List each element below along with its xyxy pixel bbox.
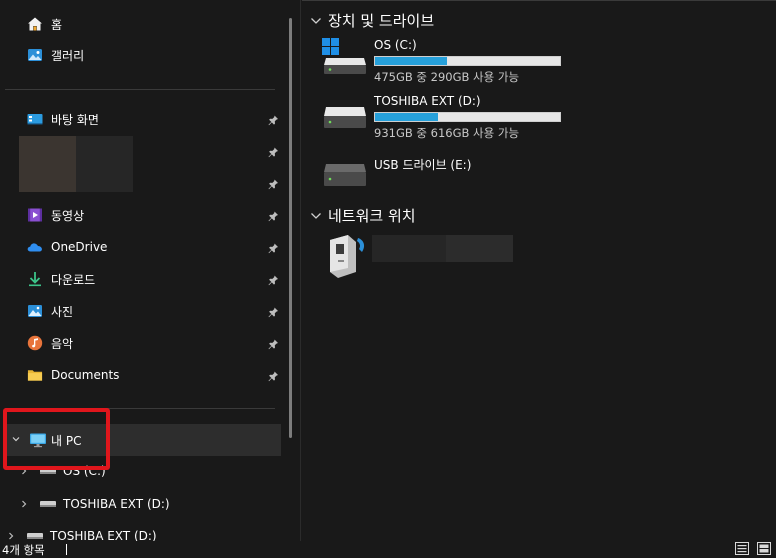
- pin-icon[interactable]: [267, 274, 279, 286]
- home-icon: [27, 16, 43, 32]
- nav-item-music[interactable]: 음악: [27, 329, 287, 357]
- blurred-thumbnail: [76, 136, 133, 192]
- tree-item-label: TOSHIBA EXT (D:): [63, 497, 170, 511]
- usb-drive-icon: [324, 164, 366, 186]
- drive-name: OS (C:): [374, 38, 417, 52]
- drive-icon: [40, 501, 56, 507]
- nav-item-documents[interactable]: Documents: [27, 361, 287, 389]
- nav-item-home[interactable]: 홈: [27, 10, 287, 38]
- nav-item-label: 바탕 화면: [51, 112, 99, 127]
- group-header-label: 장치 및 드라이브: [328, 12, 435, 30]
- pin-icon[interactable]: [267, 338, 279, 350]
- drive-tile-d[interactable]: TOSHIBA EXT (D:) 931GB 중 616GB 사용 가능: [322, 94, 582, 144]
- drive-tile-e[interactable]: USB 드라이브 (E:): [322, 156, 582, 206]
- nav-item-onedrive[interactable]: OneDrive: [27, 233, 287, 261]
- nav-item-gallery[interactable]: 갤러리: [27, 41, 287, 69]
- pin-icon[interactable]: [267, 210, 279, 222]
- drive-usage-fill: [375, 113, 438, 121]
- pictures-icon: [27, 303, 43, 319]
- drive-icon: [27, 533, 43, 539]
- tiles-view-icon[interactable]: [757, 542, 771, 555]
- drive-tile-c[interactable]: OS (C:) 475GB 중 290GB 사용 가능: [322, 38, 582, 88]
- nav-item-label: Documents: [51, 368, 120, 382]
- videos-icon: [27, 207, 43, 223]
- gallery-icon: [27, 47, 43, 63]
- drive-usage-fill: [375, 57, 448, 65]
- devices-group-header[interactable]: 장치 및 드라이브: [310, 10, 434, 31]
- pin-icon[interactable]: [267, 178, 279, 190]
- nav-item-downloads[interactable]: 다운로드: [27, 265, 287, 293]
- blurred-thumbnail: [19, 136, 76, 192]
- sidebar-scrollbar[interactable]: [289, 18, 292, 438]
- os-drive-icon: [322, 38, 366, 74]
- group-header-label: 네트워크 위치: [328, 207, 416, 225]
- drive-name: TOSHIBA EXT (D:): [374, 94, 481, 108]
- red-highlight-box: [3, 408, 110, 470]
- desktop-icon: [27, 111, 43, 127]
- item-count: 4개 항목: [2, 543, 45, 557]
- music-icon: [27, 335, 43, 351]
- sidebar-separator: [5, 89, 275, 90]
- chevron-down-icon[interactable]: [310, 212, 322, 220]
- network-group-header[interactable]: 네트워크 위치: [310, 205, 416, 226]
- drive-free-space: 931GB 중 616GB 사용 가능: [374, 126, 520, 140]
- status-divider: [66, 544, 67, 555]
- blurred-network-name: [446, 235, 513, 262]
- nav-item-label: 갤러리: [51, 48, 85, 63]
- tree-item-drive-d[interactable]: TOSHIBA EXT (D:): [19, 494, 170, 514]
- pane-divider[interactable]: [300, 0, 301, 541]
- nav-item-label: 동영상: [51, 208, 85, 223]
- network-location-item[interactable]: [322, 232, 522, 282]
- chevron-right-icon[interactable]: [6, 531, 16, 541]
- pin-icon[interactable]: [267, 306, 279, 318]
- details-view-icon[interactable]: [735, 542, 749, 555]
- drive-name: USB 드라이브 (E:): [374, 158, 472, 172]
- drive-usage-bar: [374, 112, 561, 122]
- nav-item-label: OneDrive: [51, 240, 108, 254]
- nav-item-label: 음악: [51, 336, 74, 351]
- nav-item-label: 홈: [51, 17, 63, 32]
- chevron-right-icon[interactable]: [19, 499, 29, 509]
- drive-free-space: 475GB 중 290GB 사용 가능: [374, 70, 520, 84]
- pin-icon[interactable]: [267, 114, 279, 126]
- downloads-icon: [27, 271, 43, 287]
- nav-item-videos[interactable]: 동영상: [27, 201, 287, 229]
- nav-item-pictures[interactable]: 사진: [27, 297, 287, 325]
- nav-item-label: 사진: [51, 304, 74, 319]
- navigation-pane[interactable]: 홈 갤러리 바탕 화면 동영상 OneDrive 다운로드 사진 음악 Docu…: [0, 0, 300, 543]
- pin-icon[interactable]: [267, 146, 279, 158]
- network-drive-icon: [330, 235, 365, 278]
- blurred-network-name: [372, 235, 446, 262]
- drive-icon: [324, 107, 366, 128]
- nav-item-desktop[interactable]: 바탕 화면: [27, 105, 287, 133]
- status-bar: 4개 항목: [0, 541, 776, 557]
- content-pane: 장치 및 드라이브 OS (C:) 475GB 중 290GB 사용 가능 TO…: [302, 0, 776, 541]
- chevron-down-icon[interactable]: [310, 17, 322, 25]
- documents-folder-icon: [27, 367, 43, 383]
- pin-icon[interactable]: [267, 242, 279, 254]
- onedrive-icon: [27, 239, 43, 255]
- pin-icon[interactable]: [267, 370, 279, 382]
- drive-usage-bar: [374, 56, 561, 66]
- nav-item-label: 다운로드: [51, 272, 96, 287]
